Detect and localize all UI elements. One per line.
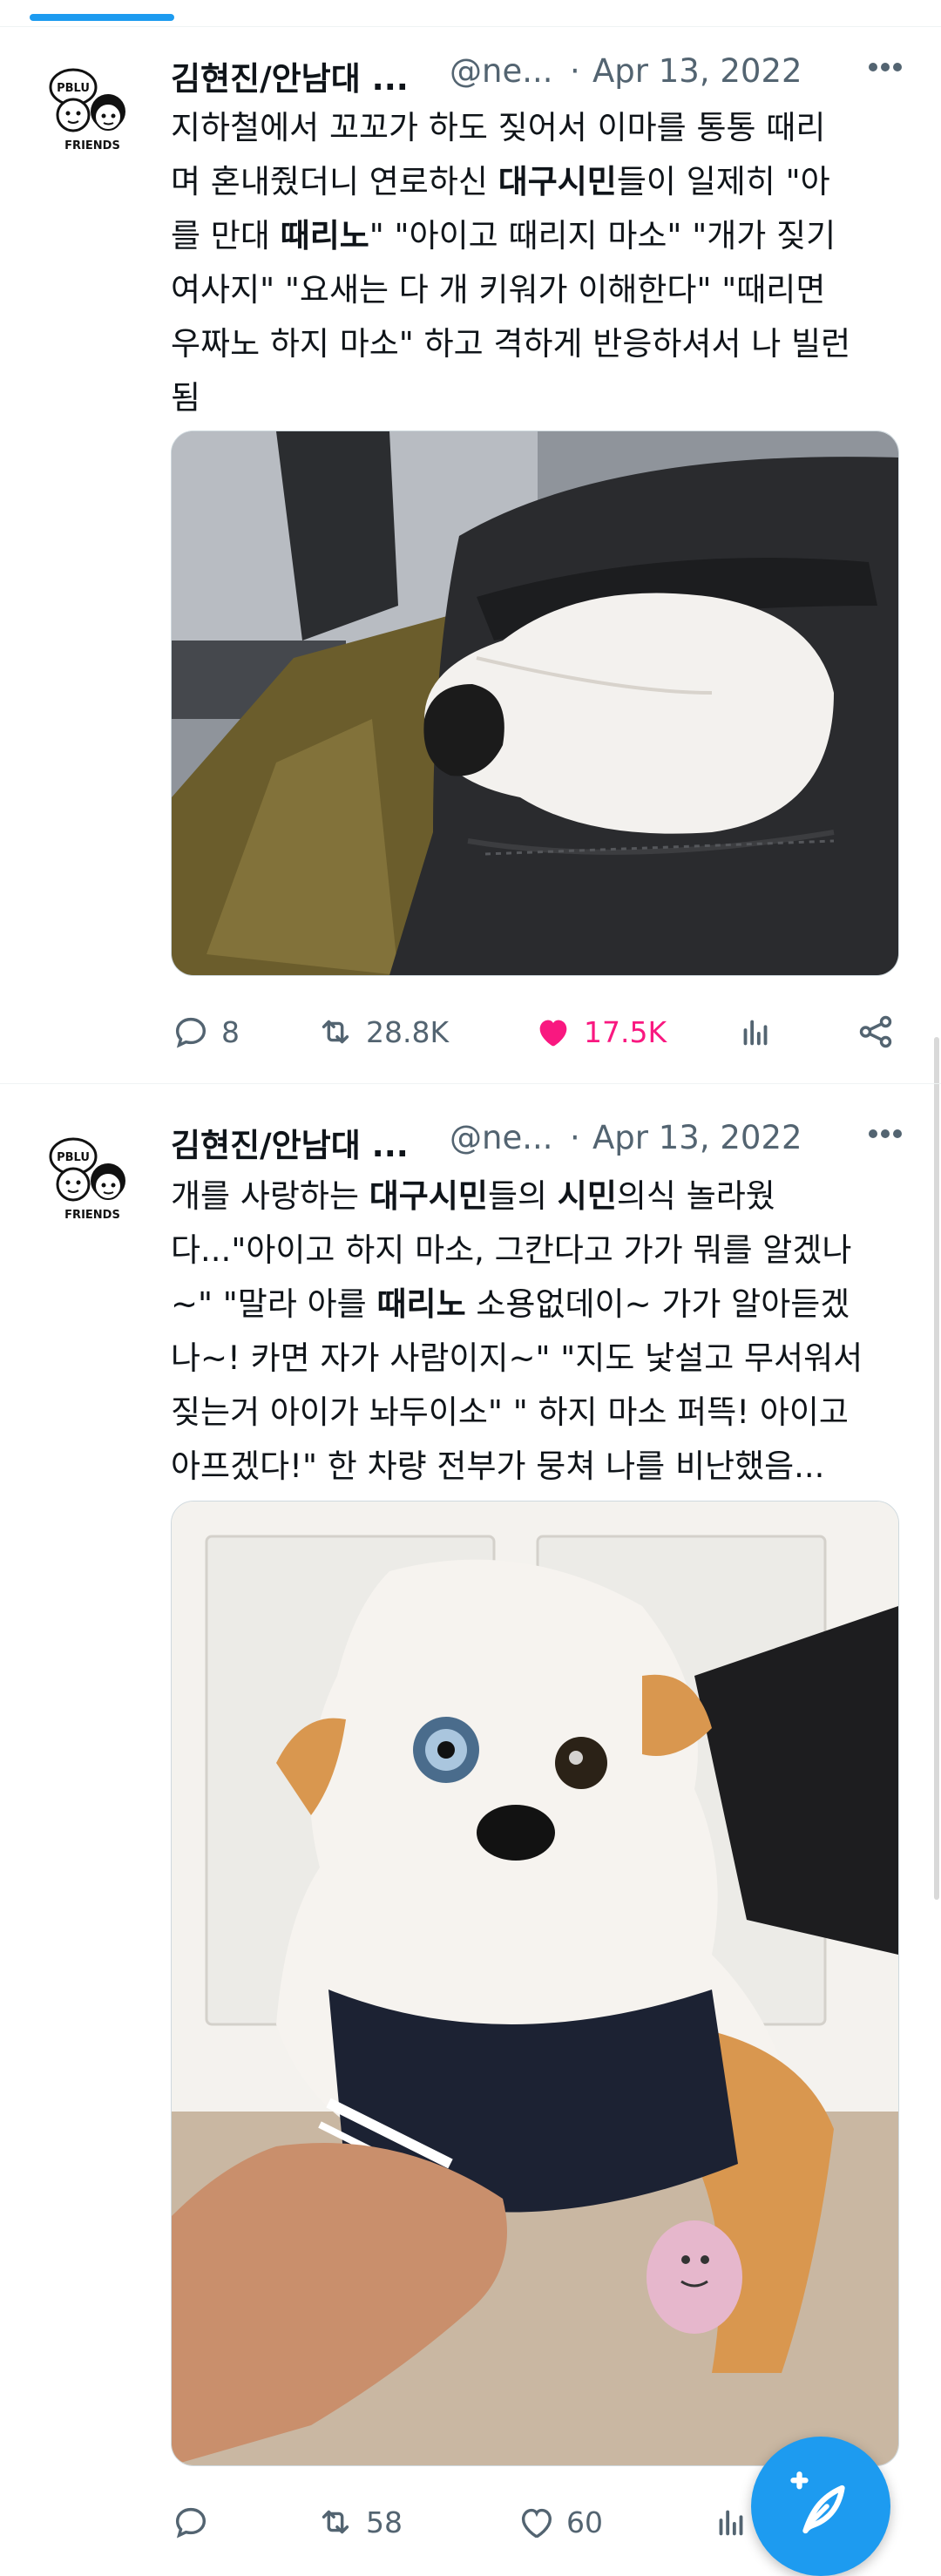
highlighted-keyword: 대구시민	[498, 163, 617, 200]
like-count: 17.5K	[584, 1014, 667, 1049]
avatar-image: PBLU FRIENDS	[49, 68, 125, 153]
retweet-count: 28.8K	[366, 1014, 450, 1049]
more-icon	[869, 63, 902, 71]
highlighted-keyword: 때리노	[280, 217, 369, 254]
avatar-badge-text: PBLU	[57, 1151, 90, 1164]
highlighted-keyword: 시민	[557, 1177, 617, 1215]
reply-count: 8	[221, 1014, 240, 1049]
separator-dot: ·	[570, 1119, 580, 1156]
avatar-caption: FRIENDS	[64, 139, 120, 153]
tweet-text-line: 나~! 카면 자가 사람이지~" "지도 낯설고 무서워서	[171, 1339, 863, 1377]
avatar-caption: FRIENDS	[64, 1209, 120, 1222]
chihuahua-photo	[172, 1502, 898, 2465]
tweet-text-line: 됨	[171, 379, 201, 417]
tweet-text-line: 짖는거 아이가 놔두이소" " 하지 마소 퍼뜩! 아이고	[171, 1393, 849, 1431]
highlighted-keyword: 때리노	[376, 1285, 466, 1323]
display-name[interactable]: 김현진/안남대 ...	[171, 52, 409, 99]
tweet-text-line: 우짜노 하지 마소" 하고 격하게 반응하셔서 나 빌런	[171, 325, 851, 363]
like-button[interactable]: 17.5K	[533, 1006, 667, 1058]
reply-icon	[175, 2507, 206, 2539]
avatar-badge-text: PBLU	[57, 82, 90, 95]
tweet-text: 지하철에서 꼬꼬가 하도 짖어서 이마를 통통 때리며 혼내줬더니 연로하신 대…	[171, 101, 903, 425]
tweet-text: 개를 사랑하는 대구시민들의 시민의식 놀라웠다..."아이고 하지 마소, 그…	[171, 1169, 903, 1494]
analytics-icon	[719, 2510, 743, 2536]
tweet-text-line: 아프겠다!" 한 차량 전부가 뭉쳐 나를 비난했음...	[171, 1447, 825, 1485]
reply-icon	[175, 1017, 206, 1048]
tweet-image[interactable]	[171, 430, 899, 976]
like-count: 60	[566, 2505, 603, 2539]
tweet-text-line: 며 혼내줬더니 연로하신 대구시민들이 일제히 "아	[171, 163, 830, 200]
heart-filled-icon	[539, 1020, 567, 1047]
analytics-icon	[743, 1020, 768, 1046]
avatar-image: PBLU FRIENDS	[49, 1137, 125, 1222]
user-handle[interactable]: @ne...	[450, 1119, 553, 1156]
reply-button[interactable]	[171, 2496, 221, 2548]
tweet-text-line: 개를 사랑하는 대구시민들의 시민의식 놀라웠	[171, 1177, 775, 1215]
top-tab-bar	[0, 0, 941, 27]
avatar[interactable]: PBLU FRIENDS	[44, 1129, 139, 1224]
reply-button[interactable]: 8	[171, 1006, 240, 1058]
active-tab-indicator	[30, 14, 174, 21]
compose-tweet-button[interactable]	[751, 2437, 890, 2576]
tweet-header: 김현진/안남대 ... @ne... · Apr 13, 2022	[171, 1119, 941, 1171]
tweet-header: 김현진/안남대 ... @ne... · Apr 13, 2022	[171, 52, 941, 105]
more-options-button[interactable]	[859, 45, 911, 89]
views-button[interactable]	[735, 1006, 775, 1058]
highlighted-keyword: 대구시민	[369, 1177, 488, 1215]
tweet-text-line: ~" "말라 아를 때리노 소용없데이~ 가가 알아듣겠	[171, 1285, 850, 1323]
compose-feather-icon	[790, 2471, 845, 2534]
retweet-icon	[322, 1020, 349, 1044]
heart-icon	[521, 2508, 552, 2539]
tweet-image[interactable]	[171, 1501, 899, 2466]
tweet-text-line: 지하철에서 꼬꼬가 하도 짖어서 이마를 통통 때리	[171, 109, 826, 146]
more-options-button[interactable]	[859, 1112, 911, 1156]
views-button[interactable]	[711, 2496, 751, 2548]
more-icon	[869, 1129, 902, 1138]
retweet-icon	[322, 2510, 349, 2534]
separator-dot: ·	[570, 52, 580, 90]
user-handle[interactable]: @ne...	[450, 52, 553, 90]
retweet-button[interactable]: 28.8K	[315, 1006, 449, 1058]
tweet-text-line: 여사지" "요새는 다 개 키워가 이해한다" "때리면	[171, 271, 826, 308]
tweet-text-line: 다..."아이고 하지 마소, 그칸다고 가가 뭐를 알겠나	[171, 1231, 852, 1269]
dog-in-bag-photo	[172, 431, 898, 975]
tweet-date[interactable]: Apr 13, 2022	[592, 52, 802, 90]
retweet-button[interactable]: 58	[315, 2496, 403, 2548]
tweet-actions: 8 28.8K 17.5K	[171, 1006, 903, 1058]
display-name[interactable]: 김현진/안남대 ...	[171, 1119, 409, 1166]
tweet[interactable]: PBLU FRIENDS 김현진/안남대 ... @ne... · Apr 13…	[0, 1083, 941, 2573]
share-icon	[859, 1015, 892, 1048]
tweet[interactable]: PBLU FRIENDS 김현진/안남대 ... @ne... · Apr 13…	[0, 26, 941, 1082]
tweet-date[interactable]: Apr 13, 2022	[592, 1119, 802, 1156]
share-button[interactable]	[856, 1006, 896, 1058]
avatar[interactable]: PBLU FRIENDS	[44, 59, 139, 155]
retweet-count: 58	[366, 2505, 403, 2539]
tweet-text-line: 를 만대 때리노" "아이고 때리지 마소" "개가 짖기	[171, 217, 836, 254]
like-button[interactable]: 60	[516, 2496, 603, 2548]
